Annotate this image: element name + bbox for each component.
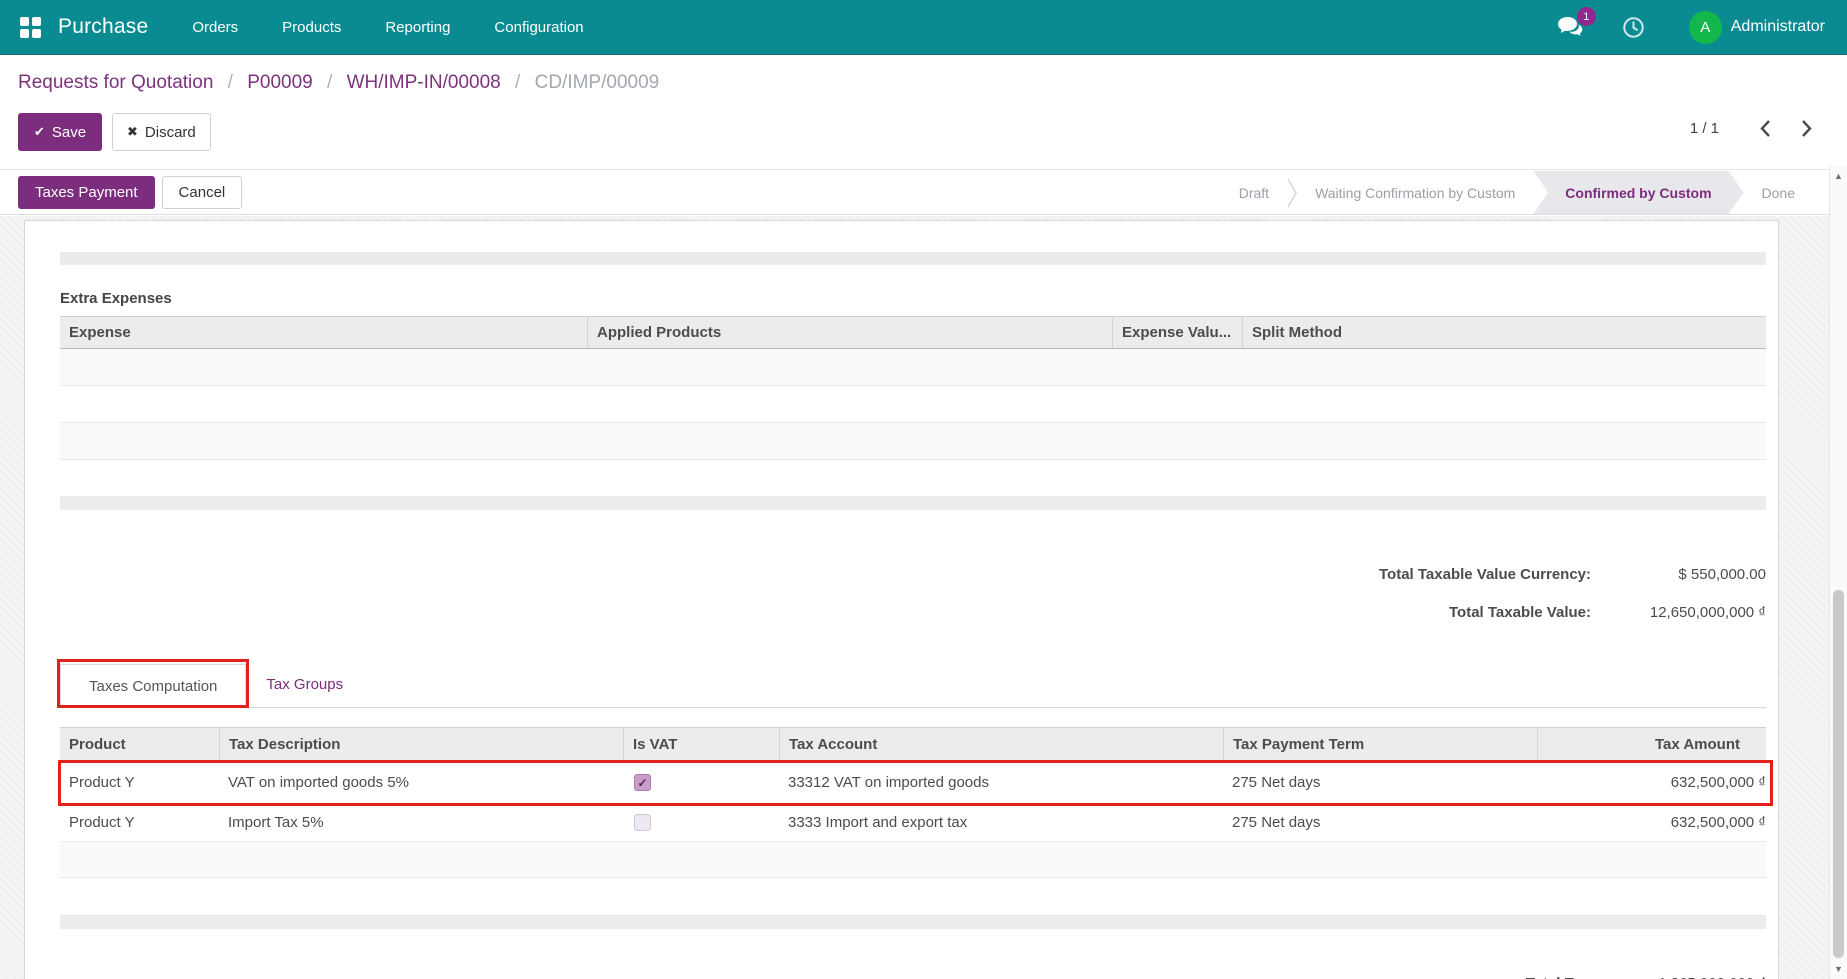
column-applied-products[interactable]: Applied Products	[587, 317, 1112, 348]
top-navbar: Purchase Orders Products Reporting Confi…	[0, 0, 1847, 55]
menu-configuration[interactable]: Configuration	[492, 15, 585, 40]
form-sheet: Extra Expenses Expense Applied Products …	[24, 220, 1779, 979]
menu-products[interactable]: Products	[280, 15, 343, 40]
tax-row-import-tax[interactable]: Product Y Import Tax 5% ✓ 3333 Import an…	[60, 804, 1766, 842]
total-taxes-label: Total Taxes:	[1526, 975, 1611, 979]
empty-table-row	[60, 423, 1766, 460]
breadcrumb-p00009[interactable]: P00009	[247, 72, 313, 93]
pager-next-icon[interactable]	[1799, 117, 1815, 140]
pager: 1 / 1	[1690, 117, 1815, 140]
total-taxable-value-value: 12,650,000,000 ₫	[1649, 603, 1766, 621]
control-panel: Requests for Quotation / P00009 / WH/IMP…	[0, 55, 1847, 170]
breadcrumb: Requests for Quotation / P00009 / WH/IMP…	[18, 72, 660, 93]
column-tax-description[interactable]: Tax Description	[219, 728, 623, 761]
clock-icon	[1622, 16, 1645, 39]
save-button[interactable]: ✔ Save	[18, 113, 103, 151]
taxes-payment-button[interactable]: Taxes Payment	[18, 176, 155, 209]
user-menu[interactable]: Administrator	[1731, 18, 1825, 36]
column-product[interactable]: Product	[60, 728, 219, 761]
extra-expenses-header: Expense Applied Products Expense Valu...…	[60, 316, 1766, 349]
messages-button[interactable]: 1	[1557, 7, 1596, 38]
step-confirmed-by-custom[interactable]: Confirmed by Custom	[1533, 171, 1743, 214]
form-view-background: Extra Expenses Expense Applied Products …	[0, 216, 1829, 979]
pager-value: 1 / 1	[1689, 120, 1719, 137]
app-name[interactable]: Purchase	[58, 15, 148, 39]
is-vat-checkbox[interactable]: ✓	[634, 814, 651, 831]
scroll-down-icon[interactable]: ▼	[1830, 961, 1847, 977]
empty-table-row	[60, 349, 1766, 386]
column-expense[interactable]: Expense	[60, 317, 587, 348]
vertical-scrollbar[interactable]: ▲ ▼	[1829, 166, 1847, 979]
tax-row-vat-imported-goods[interactable]: Product Y VAT on imported goods 5% ✓ 333…	[60, 762, 1766, 804]
column-tax-account[interactable]: Tax Account	[779, 728, 1223, 761]
total-taxable-value-currency-label: Total Taxable Value Currency:	[1378, 565, 1591, 583]
step-draft[interactable]: Draft	[1221, 185, 1287, 201]
step-waiting-confirmation[interactable]: Waiting Confirmation by Custom	[1297, 185, 1533, 201]
empty-table-row	[60, 842, 1766, 878]
table-footer-band	[60, 916, 1766, 929]
breadcrumb-rfq[interactable]: Requests for Quotation	[18, 72, 213, 93]
tab-tax-groups[interactable]: Tax Groups	[266, 676, 343, 693]
extra-expenses-table: Expense Applied Products Expense Valu...…	[60, 316, 1766, 510]
check-icon: ✔	[34, 124, 45, 139]
clipped-section-band	[60, 252, 1766, 265]
total-taxable-value-label: Total Taxable Value:	[1449, 603, 1591, 621]
menu-reporting[interactable]: Reporting	[383, 15, 452, 40]
navbar-right: 1 A Administrator	[1557, 7, 1825, 44]
total-taxable-value-currency-value: $ 550,000.00	[1678, 565, 1766, 583]
pager-previous-icon[interactable]	[1757, 117, 1773, 140]
purchase-app-screen: Purchase Orders Products Reporting Confi…	[0, 0, 1847, 979]
messages-count-badge: 1	[1576, 7, 1596, 26]
avatar[interactable]: A	[1688, 10, 1722, 44]
empty-table-row	[60, 878, 1766, 916]
notebook-tabs: Taxes Computation Tax Groups	[57, 658, 1766, 708]
column-split-method[interactable]: Split Method	[1242, 317, 1766, 348]
upper-totals: Total Taxable Value Currency: $ 550,000.…	[60, 559, 1766, 627]
is-vat-checkbox[interactable]: ✓	[634, 774, 651, 791]
apps-grid-icon[interactable]	[20, 16, 41, 38]
status-steps: Draft Waiting Confirmation by Custom Con…	[1221, 171, 1813, 214]
column-tax-amount[interactable]: Tax Amount	[1537, 728, 1766, 761]
statusbar: Taxes Payment Cancel Draft Waiting Confi…	[0, 171, 1847, 215]
step-done[interactable]: Done	[1744, 185, 1813, 201]
breadcrumb-receipt[interactable]: WH/IMP-IN/00008	[347, 72, 501, 93]
lower-totals: Total Taxes: 1,265,000,000 ₫	[60, 968, 1766, 979]
step-separator-icon	[1287, 178, 1297, 208]
empty-table-row	[60, 460, 1766, 497]
x-icon: ✖	[127, 124, 138, 139]
taxes-table-header: Product Tax Description Is VAT Tax Accou…	[60, 727, 1766, 762]
empty-table-row	[60, 386, 1766, 423]
breadcrumb-current: CD/IMP/00009	[534, 72, 660, 93]
scrollbar-thumb[interactable]	[1833, 590, 1844, 958]
activities-button[interactable]	[1622, 16, 1645, 39]
column-tax-payment-term[interactable]: Tax Payment Term	[1223, 728, 1537, 761]
menu-orders[interactable]: Orders	[190, 15, 240, 40]
extra-expenses-title: Extra Expenses	[60, 290, 172, 307]
total-taxes-value: 1,265,000,000 ₫	[1611, 975, 1766, 979]
main-menu: Orders Products Reporting Configuration	[190, 15, 585, 40]
discard-button[interactable]: ✖ Discard	[112, 113, 211, 151]
scroll-up-icon[interactable]: ▲	[1830, 168, 1847, 184]
cancel-button[interactable]: Cancel	[161, 176, 243, 209]
column-is-vat[interactable]: Is VAT	[623, 728, 779, 761]
tab-taxes-computation[interactable]: Taxes Computation	[60, 664, 247, 708]
table-footer-band	[60, 497, 1766, 510]
taxes-computation-table: Product Tax Description Is VAT Tax Accou…	[58, 727, 1773, 929]
column-expense-value[interactable]: Expense Valu...	[1112, 317, 1242, 348]
